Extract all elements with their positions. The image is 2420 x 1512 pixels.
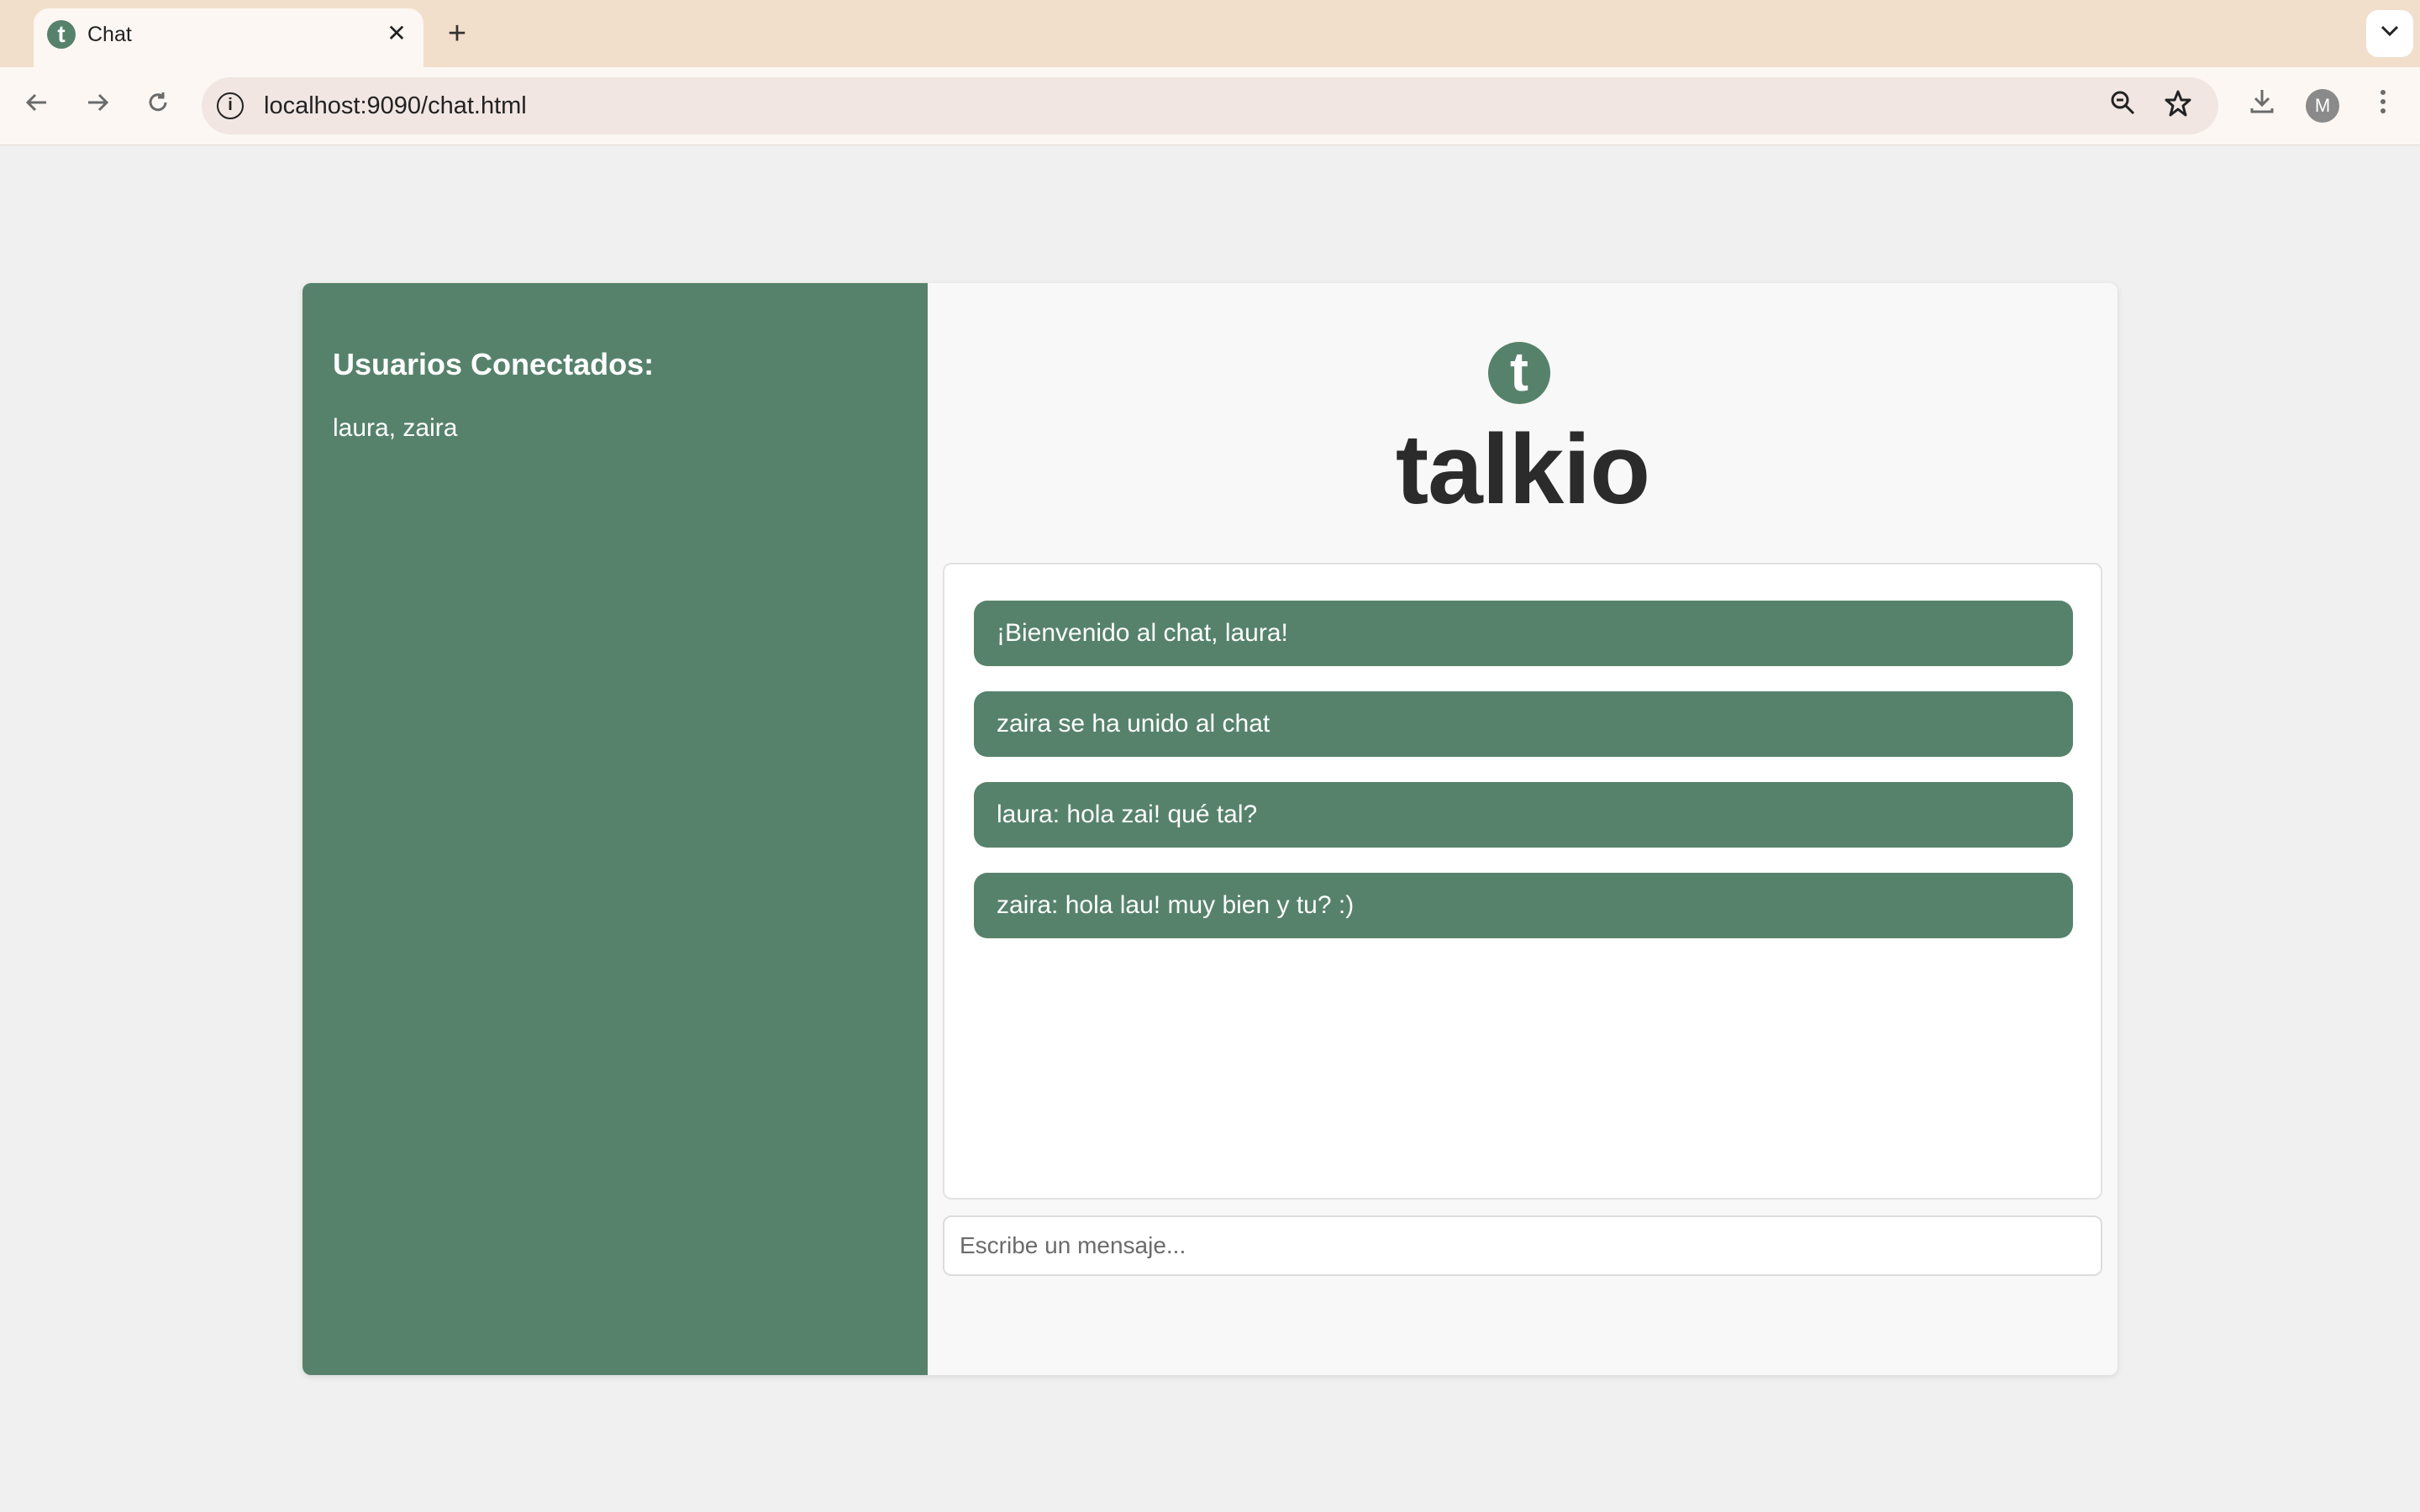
tab-title: Chat — [87, 23, 132, 46]
connected-users-title: Usuarios Conectados: — [333, 347, 655, 381]
message-bubble: laura: hola zai! qué tal? — [974, 782, 2073, 848]
profile-avatar[interactable]: M — [2306, 89, 2339, 123]
forward-arrow-icon[interactable] — [77, 86, 118, 126]
message-bubble: zaira: hola lau! muy bien y tu? :) — [974, 873, 2073, 938]
site-info-icon[interactable]: i — [217, 92, 244, 119]
more-menu-icon[interactable] — [2363, 86, 2403, 126]
chat-app: Usuarios Conectados: laura, zaira t talk… — [302, 283, 2118, 1375]
tab-strip: t Chat ✕ + — [0, 0, 2420, 67]
message-bubble: ¡Bienvenido al chat, laura! — [974, 601, 2073, 666]
address-bar[interactable]: i localhost:9090/chat.html — [202, 77, 2218, 134]
messages-panel[interactable]: ¡Bienvenido al chat, laura! zaira se ha … — [943, 563, 2102, 1200]
reload-icon[interactable] — [138, 86, 178, 126]
browser-tab[interactable]: t Chat ✕ — [34, 8, 424, 67]
browser-toolbar: i localhost:9090/chat.html M — [0, 67, 2420, 145]
new-tab-icon[interactable]: + — [440, 17, 474, 50]
tab-favicon-icon: t — [47, 20, 76, 49]
url-text: localhost:9090/chat.html — [264, 92, 527, 119]
message-bubble: zaira se ha unido al chat — [974, 691, 2073, 757]
tab-search-chevron-icon[interactable] — [2366, 10, 2413, 57]
close-tab-icon[interactable]: ✕ — [381, 18, 412, 49]
talkio-logo-icon: t — [1488, 342, 1550, 404]
message-input[interactable] — [943, 1215, 2102, 1276]
bookmark-star-icon[interactable] — [2161, 89, 2195, 123]
download-icon[interactable] — [2242, 86, 2282, 126]
chat-main: t talkio ¡Bienvenido al chat, laura! zai… — [928, 283, 2118, 1375]
sidebar: Usuarios Conectados: laura, zaira — [302, 283, 928, 1375]
zoom-icon[interactable] — [2106, 89, 2139, 123]
back-arrow-icon[interactable] — [17, 86, 57, 126]
connected-users-list: laura, zaira — [333, 414, 458, 442]
app-title: talkio — [1395, 414, 1650, 525]
